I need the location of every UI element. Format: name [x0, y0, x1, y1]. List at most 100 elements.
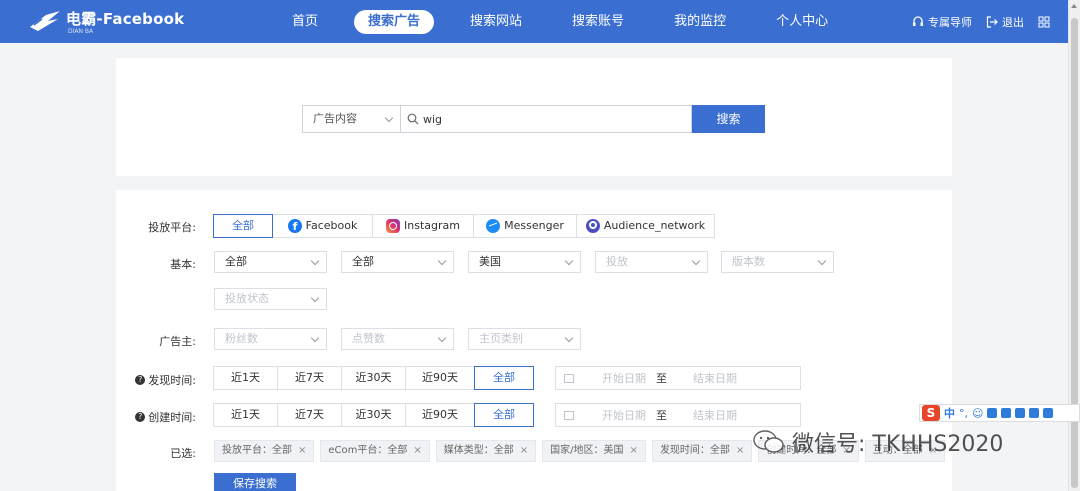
platform-selector: 全部 f Facebook Instagram Messenger Audien…: [213, 214, 715, 238]
search-bar: 广告内容 搜索: [302, 105, 765, 133]
found-date-separator: 至: [656, 372, 667, 385]
nav-search-sites[interactable]: 搜索网站: [456, 10, 536, 34]
nav-user-center[interactable]: 个人中心: [762, 10, 842, 34]
nav-search-ads[interactable]: 搜索广告: [354, 9, 435, 34]
selected-tag: 发现时间：全部 ×: [651, 440, 753, 462]
close-icon[interactable]: ×: [520, 440, 528, 462]
country-filter[interactable]: 美国: [468, 251, 581, 273]
search-panel: 广告内容 搜索: [116, 58, 952, 176]
tag-label: 媒体类型：全部: [443, 445, 514, 456]
created-time-selector: 近1天 近7天 近30天 近90天 全部: [213, 403, 534, 427]
search-button[interactable]: 搜索: [692, 105, 765, 133]
tag-label: 国家/地区：美国: [550, 445, 624, 456]
created-date-separator: 至: [656, 409, 667, 422]
platform-all[interactable]: 全部: [213, 214, 273, 238]
fans-filter[interactable]: 粉丝数: [214, 328, 327, 350]
selected-tag: 投放平台：全部 ×: [214, 440, 315, 462]
found-date-range[interactable]: 开始日期 至 结束日期: [555, 366, 801, 390]
created-7d[interactable]: 近7天: [277, 403, 342, 427]
sogou-logo[interactable]: S: [922, 405, 940, 421]
save-search-button[interactable]: 保存搜索: [214, 473, 296, 491]
platform-facebook-label: Facebook: [305, 219, 358, 232]
created-date-range[interactable]: 开始日期 至 结束日期: [555, 403, 801, 427]
found-1d[interactable]: 近1天: [213, 366, 278, 390]
logo[interactable]: 电霸-Facebook DIAN BA: [28, 9, 184, 35]
apps-grid-icon[interactable]: [1038, 16, 1050, 28]
close-icon[interactable]: ×: [736, 440, 744, 462]
delivery-filter[interactable]: 投放: [595, 251, 708, 273]
calendar-icon: [564, 373, 574, 383]
top-navbar: 电霸-Facebook DIAN BA 首页 搜索广告 搜索网站 搜索账号 我的…: [0, 0, 1068, 43]
found-time-label: 发现时间:: [148, 374, 196, 387]
nav-home[interactable]: 首页: [278, 10, 332, 34]
search-input-wrapper: [400, 105, 692, 133]
chevron-down-icon: [691, 256, 701, 266]
delivery-filter-placeholder: 投放: [606, 255, 628, 268]
platform-facebook[interactable]: f Facebook: [272, 214, 373, 238]
ime-punctuation[interactable]: °,: [959, 407, 968, 420]
found-time-selector: 近1天 近7天 近30天 近90天 全部: [213, 366, 534, 390]
platform-audience-network-label: Audience_network: [603, 219, 706, 232]
created-end-date[interactable]: 结束日期: [693, 407, 737, 423]
logo-icon: [30, 11, 60, 31]
keyboard-icon[interactable]: [1001, 408, 1012, 418]
delivery-status-placeholder: 投放状态: [225, 292, 269, 305]
help-icon[interactable]: ?: [135, 412, 146, 422]
country-filter-value: 美国: [479, 255, 501, 268]
basic-filter-1[interactable]: 全部: [214, 251, 327, 273]
tag-label: 投放平台：全部: [222, 445, 292, 456]
platform-audience-network[interactable]: Audience_network: [576, 214, 715, 238]
created-30d[interactable]: 近30天: [341, 403, 406, 427]
created-all[interactable]: 全部: [474, 403, 534, 427]
main-nav: 首页 搜索广告 搜索网站 搜索账号 我的监控 个人中心: [278, 0, 842, 43]
nav-search-accounts[interactable]: 搜索账号: [558, 10, 638, 34]
emoji-icon[interactable]: ☺: [972, 407, 983, 420]
found-90d[interactable]: 近90天: [405, 366, 475, 390]
ime-chinese-mode[interactable]: 中: [944, 405, 955, 421]
search-input[interactable]: [423, 112, 683, 126]
close-icon[interactable]: ×: [413, 440, 421, 462]
found-7d[interactable]: 近7天: [277, 366, 342, 390]
created-90d[interactable]: 近90天: [405, 403, 475, 427]
help-icon[interactable]: ?: [135, 375, 146, 385]
platform-messenger[interactable]: Messenger: [473, 214, 577, 238]
basic-filter-2[interactable]: 全部: [341, 251, 454, 273]
ime-toolbar: S 中 °, ☺: [919, 404, 1080, 422]
created-start-date[interactable]: 开始日期: [602, 407, 646, 423]
tag-label: 发现时间：全部: [659, 445, 730, 456]
likes-filter[interactable]: 点赞数: [341, 328, 454, 350]
microphone-icon[interactable]: [987, 408, 998, 418]
version-count-filter[interactable]: 版本数: [721, 251, 834, 273]
chevron-down-icon: [310, 293, 320, 303]
header-tools: 专属导师 退出: [912, 0, 1050, 43]
platform-all-label: 全部: [232, 219, 254, 232]
instagram-icon: [386, 219, 401, 233]
wechat-icon: [753, 430, 784, 453]
delivery-status-filter[interactable]: 投放状态: [214, 288, 327, 310]
platform-instagram[interactable]: Instagram: [372, 214, 474, 238]
found-all[interactable]: 全部: [474, 366, 534, 390]
advertiser-label: 广告主:: [159, 335, 196, 348]
logout-icon: [986, 15, 998, 28]
scroll-up-arrow-icon[interactable]: [1071, 4, 1077, 8]
close-icon[interactable]: ×: [298, 440, 306, 462]
platform-messenger-label: Messenger: [504, 219, 564, 232]
logo-text: 电霸-Facebook: [66, 10, 185, 28]
chevron-down-icon: [310, 333, 320, 343]
found-start-date[interactable]: 开始日期: [602, 370, 646, 386]
created-1d[interactable]: 近1天: [213, 403, 278, 427]
calendar-icon: [564, 410, 574, 420]
watermark-text: 微信号: TKHHS2020: [792, 432, 1004, 457]
search-scope-select[interactable]: 广告内容: [302, 105, 400, 133]
logout-button[interactable]: 退出: [986, 14, 1024, 30]
audience-network-icon: [585, 219, 600, 233]
skin-icon[interactable]: [1029, 408, 1040, 418]
found-end-date[interactable]: 结束日期: [693, 370, 737, 386]
tutor-button[interactable]: 专属导师: [912, 14, 972, 30]
ime-tools-icon[interactable]: [1015, 408, 1026, 418]
nav-my-monitor[interactable]: 我的监控: [660, 10, 740, 34]
page-category-filter[interactable]: 主页类别: [468, 328, 581, 350]
close-icon[interactable]: ×: [630, 440, 638, 462]
ime-menu-icon[interactable]: [1043, 408, 1054, 418]
found-30d[interactable]: 近30天: [341, 366, 406, 390]
